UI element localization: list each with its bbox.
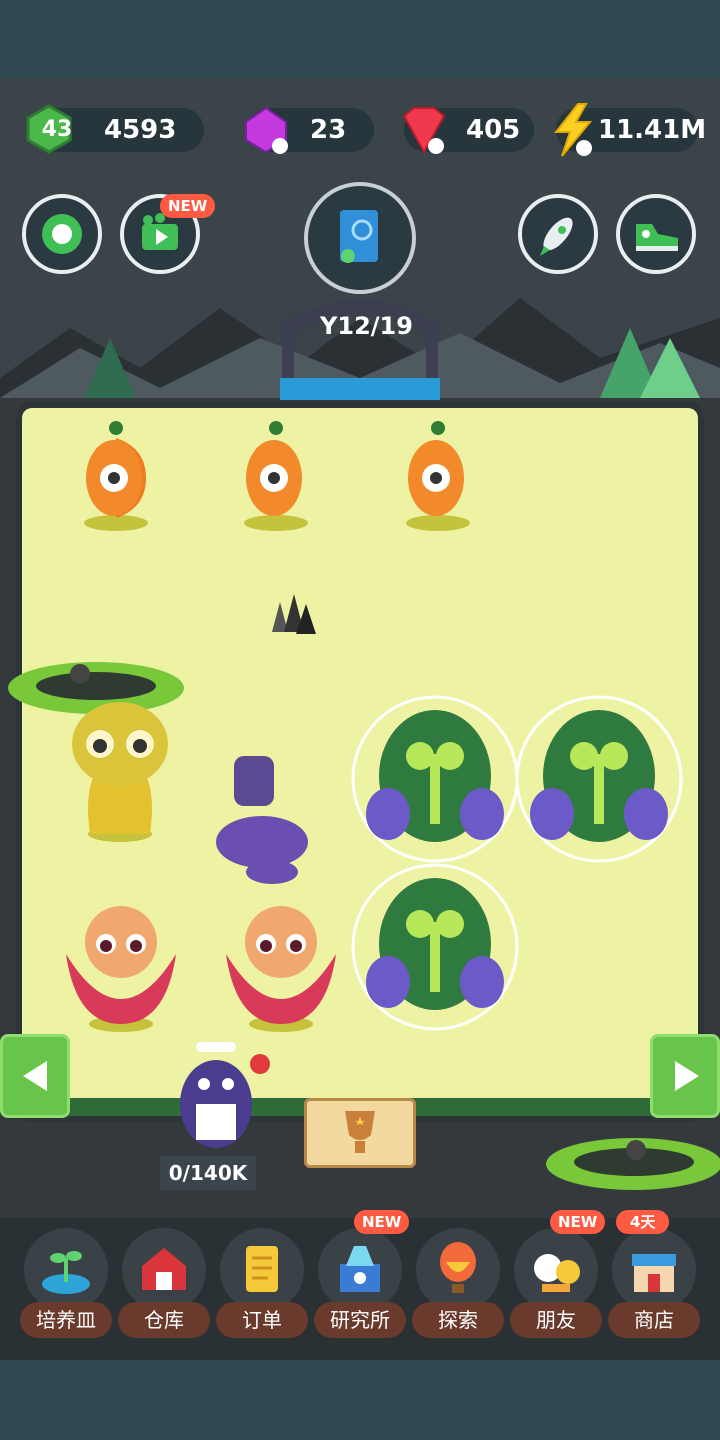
nav-research[interactable]: 研究所 NEW [314,1210,410,1348]
sprout-icon: Y [320,312,338,340]
nav-orders[interactable]: 订单 [216,1228,308,1348]
nav-label: 订单 [216,1302,308,1338]
maid-monster-character[interactable] [166,1034,276,1154]
friends-icon [534,1254,580,1292]
settings-button[interactable] [22,194,102,274]
energy-bar[interactable]: 11.41M [553,103,706,157]
arrow-left-icon [23,1061,47,1091]
trophy-sign-button[interactable] [304,1098,416,1168]
ruby-icon [402,107,446,155]
nav-circle [318,1228,402,1312]
nav-label: 探索 [412,1302,504,1338]
level-value: 43 [41,117,73,142]
prev-board-button[interactable] [0,1034,70,1118]
dark-tree-obstacle[interactable] [260,582,320,642]
arrow-right-icon [675,1061,699,1091]
nav-label: 商店 [608,1302,700,1338]
hot-air-balloon-icon [440,1242,476,1293]
nav-circle [24,1228,108,1312]
nav-circle [220,1228,304,1312]
petri-dish-icon [42,1251,90,1294]
nav-label: 仓库 [118,1302,210,1338]
progress-value: 12/19 [337,312,413,340]
nav-explore[interactable]: 探索 [412,1228,504,1348]
nav-label: 朋友 [510,1302,602,1338]
sprout-progress-label: Y12/19 [320,312,413,340]
nav-new-badge: NEW [550,1210,606,1234]
barn-icon [142,1248,186,1290]
level-coins-bar[interactable]: 43 4593 [26,104,204,154]
gear-icon [42,214,82,254]
nav-new-badge: NEW [354,1210,410,1234]
carrot-creature[interactable] [76,418,166,538]
egg-bubble[interactable] [514,694,684,864]
yellow-cat-creature[interactable] [50,684,190,844]
nav-circle [416,1228,500,1312]
next-board-button[interactable] [650,1034,720,1118]
bottom-nav: 培养皿 仓库 订单 研究所 NEW 探索 朋友 NEW 商店 4天 [0,1210,720,1360]
lab-icon [340,1246,380,1292]
bottom-frame [0,1360,720,1440]
carrot-creature[interactable] [398,418,488,538]
game-board[interactable] [8,408,698,1116]
book-icon [340,210,378,263]
top-frame [0,0,720,78]
trophy-icon [345,1111,375,1153]
gems-bar[interactable]: 23 [245,106,374,154]
rocket-icon [540,217,573,256]
egg-bubble[interactable] [350,862,520,1032]
video-new-badge: NEW [160,194,216,218]
coins-value: 4593 [104,115,177,145]
collection-book-button[interactable] [304,182,416,294]
rubies-value: 405 [466,115,521,145]
sneaker-button[interactable] [616,194,696,274]
hamster-creature[interactable] [216,894,346,1034]
nav-label: 研究所 [314,1302,406,1338]
garden-gate [280,300,440,400]
nav-friends[interactable]: 朋友 NEW [510,1210,606,1348]
energy-value: 11.41M [598,115,707,145]
purple-gem-icon [245,106,288,154]
game-area: 43 4593 23 405 11.41M NEW Y12/19 0/140K … [0,78,720,1360]
nav-shop[interactable]: 商店 4天 [608,1210,700,1348]
nav-circle [612,1228,696,1312]
purple-paint-spill [216,756,308,884]
nav-label: 培养皿 [20,1302,112,1338]
egg-bubble[interactable] [350,694,520,864]
nav-circle [122,1228,206,1312]
nav-warehouse[interactable]: 仓库 [118,1228,210,1348]
slime-puddle-right [546,1138,720,1190]
scroll-icon [246,1246,278,1292]
carrot-creature[interactable] [236,418,326,538]
nav-circle [514,1228,598,1312]
nav-days-badge: 4天 [616,1210,670,1234]
storage-counter-value: 0/140K [168,1161,248,1185]
gems-value: 23 [310,115,347,145]
lightning-icon [553,103,593,157]
rocket-button[interactable] [518,194,598,274]
rubies-bar[interactable]: 405 [402,107,534,155]
hamster-creature[interactable] [56,894,186,1034]
storage-counter: 0/140K [160,1156,256,1190]
sneaker-icon [636,224,678,251]
shop-icon [632,1254,676,1292]
nav-petri-dish[interactable]: 培养皿 [20,1228,112,1348]
